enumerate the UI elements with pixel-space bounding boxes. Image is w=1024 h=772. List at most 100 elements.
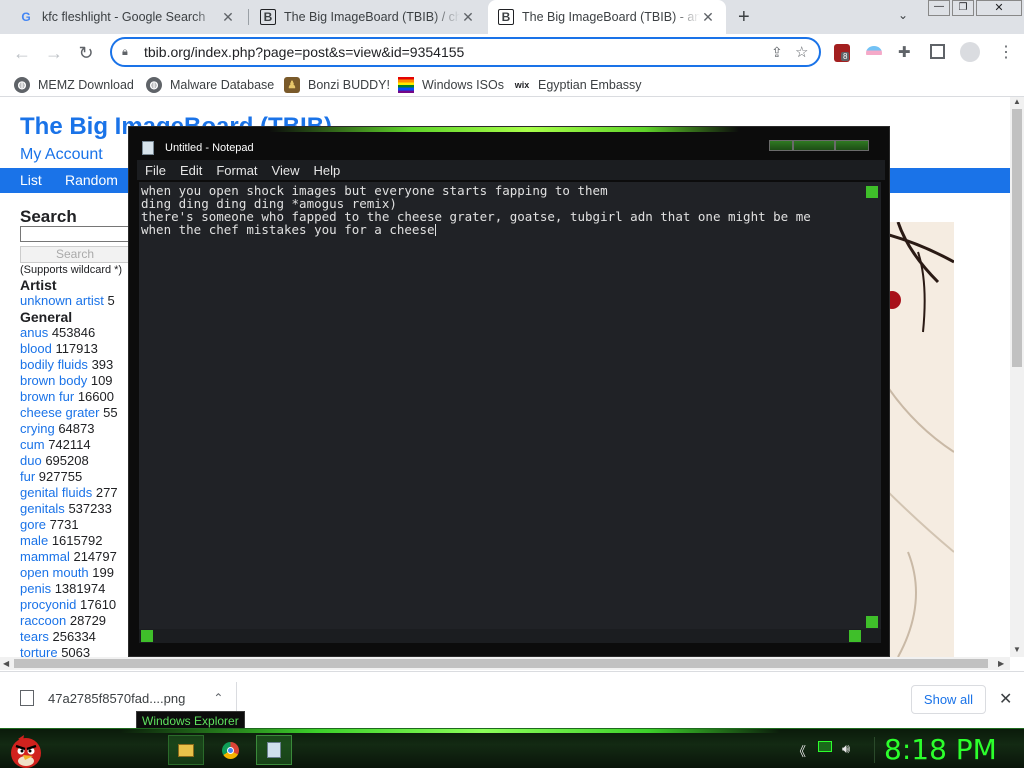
back-button[interactable]: ← — [10, 41, 34, 65]
tag-row[interactable]: fur 927755 — [20, 469, 118, 485]
taskbar-windows-explorer[interactable] — [168, 735, 204, 765]
page-horizontal-scrollbar[interactable]: ◀ ▶ — [0, 657, 1010, 670]
tag-row[interactable]: gore 7731 — [20, 517, 118, 533]
tag-row[interactable]: crying 64873 — [20, 421, 118, 437]
network-icon[interactable] — [818, 741, 832, 752]
menu-file[interactable]: File — [145, 163, 166, 178]
bookmark-star-icon[interactable]: ☆ — [795, 43, 819, 61]
notepad-vertical-scrollbar[interactable] — [865, 184, 879, 631]
tag-row[interactable]: torture 5063 — [20, 645, 118, 657]
download-item[interactable]: 47a2785f8570fad....png ⌃ — [20, 690, 223, 706]
tag-name[interactable]: blood — [20, 341, 52, 356]
close-icon[interactable]: ✕ — [700, 9, 716, 26]
tag-name[interactable]: cum — [20, 437, 45, 452]
address-bar[interactable]: 🔒︎ tbib.org/index.php?page=post&s=view&i… — [110, 37, 821, 67]
notepad-horizontal-scrollbar[interactable] — [139, 629, 881, 643]
tag-name[interactable]: genitals — [20, 501, 65, 516]
taskbar-clock[interactable]: 8:18 PM — [884, 733, 997, 766]
tag-name[interactable]: bodily fluids — [20, 357, 88, 372]
tag-row[interactable]: procyonid 17610 — [20, 597, 118, 613]
tag-row[interactable]: penis 1381974 — [20, 581, 118, 597]
reload-button[interactable]: ↻ — [74, 41, 98, 65]
page-vertical-scrollbar[interactable]: ▲ ▼ — [1010, 97, 1024, 657]
bookmark-windows-isos[interactable]: Windows ISOs — [398, 75, 504, 95]
tag-name[interactable]: procyonid — [20, 597, 76, 612]
tag-row[interactable]: genitals 537233 — [20, 501, 118, 517]
tag-name[interactable]: brown body — [20, 373, 87, 388]
tag-row[interactable]: blood 117913 — [20, 341, 118, 357]
minimize-button[interactable]: — — [928, 0, 950, 16]
bookmark-malware-db[interactable]: ◍ Malware Database — [146, 75, 274, 95]
scroll-right-arrow-icon[interactable]: ▶ — [998, 659, 1004, 668]
menu-kebab-icon[interactable]: ⋮ — [998, 42, 1014, 62]
notepad-scroll-right-button[interactable] — [849, 630, 861, 642]
notepad-scroll-up-button[interactable] — [866, 186, 878, 198]
horizontal-scroll-thumb[interactable] — [14, 659, 988, 668]
tag-row[interactable]: tears 256334 — [20, 629, 118, 645]
notepad-scroll-down-button[interactable] — [866, 616, 878, 628]
tag-name[interactable]: crying — [20, 421, 55, 436]
notepad-scroll-left-button[interactable] — [141, 630, 153, 642]
notepad-text-area[interactable]: when you open shock images but everyone … — [139, 182, 881, 629]
tag-name[interactable]: brown fur — [20, 389, 74, 404]
tag-name[interactable]: genital fluids — [20, 485, 92, 500]
tag-row[interactable]: mammal 214797 — [20, 549, 118, 565]
taskbar-notepad[interactable] — [256, 735, 292, 765]
new-tab-button[interactable]: + — [738, 6, 750, 29]
close-download-bar-icon[interactable]: ✕ — [999, 689, 1012, 709]
profile-avatar[interactable] — [960, 42, 980, 62]
vertical-scroll-thumb[interactable] — [1012, 109, 1022, 367]
chevron-up-icon[interactable]: ⌃ — [213, 691, 223, 705]
nav-random-link[interactable]: Random — [65, 172, 118, 188]
side-panel-icon[interactable] — [930, 44, 945, 59]
share-icon[interactable]: ⇪ — [771, 44, 795, 61]
tab-search-chevron-icon[interactable]: ⌄ — [898, 8, 908, 22]
tag-name[interactable]: male — [20, 533, 48, 548]
tag-name[interactable]: duo — [20, 453, 42, 468]
menu-edit[interactable]: Edit — [180, 163, 202, 178]
scroll-down-arrow-icon[interactable]: ▼ — [1013, 645, 1021, 654]
tag-row[interactable]: duo 695208 — [20, 453, 118, 469]
notepad-minimize-button[interactable] — [769, 140, 793, 151]
artist-tag[interactable]: unknown artist 5 — [20, 293, 115, 308]
puzzle-extensions-icon[interactable]: ✚ — [898, 43, 911, 61]
bookmark-bonzi[interactable]: ♟ Bonzi BUDDY! — [284, 75, 390, 95]
menu-format[interactable]: Format — [216, 163, 257, 178]
forward-button[interactable]: → — [42, 41, 66, 65]
menu-view[interactable]: View — [272, 163, 300, 178]
tag-search-input[interactable] — [20, 226, 130, 242]
tag-row[interactable]: bodily fluids 393 — [20, 357, 118, 373]
nav-list-link[interactable]: List — [20, 172, 42, 188]
tag-row[interactable]: genital fluids 277 — [20, 485, 118, 501]
tag-name[interactable]: torture — [20, 645, 58, 657]
ublock-icon[interactable]: 8 — [834, 44, 850, 62]
taskbar-chrome[interactable] — [212, 735, 248, 765]
close-icon[interactable]: ✕ — [460, 9, 476, 26]
tag-row[interactable]: brown body 109 — [20, 373, 118, 389]
tag-row[interactable]: male 1615792 — [20, 533, 118, 549]
tag-row[interactable]: cheese grater 55 — [20, 405, 118, 421]
tab-tbib-cheese[interactable]: B The Big ImageBoard (TBIB) / cheese gra… — [250, 0, 486, 34]
show-all-button[interactable]: Show all — [911, 685, 986, 714]
pride-extension-icon[interactable] — [866, 46, 882, 60]
scroll-up-arrow-icon[interactable]: ▲ — [1013, 97, 1021, 106]
start-button-angry-bird-icon[interactable] — [6, 731, 46, 769]
tag-name[interactable]: anus — [20, 325, 48, 340]
notepad-maximize-button[interactable] — [793, 140, 835, 151]
restore-button[interactable]: ❐ — [952, 0, 974, 16]
menu-help[interactable]: Help — [313, 163, 340, 178]
tag-name[interactable]: penis — [20, 581, 51, 596]
close-icon[interactable]: ✕ — [220, 9, 236, 26]
tag-name[interactable]: open mouth — [20, 565, 89, 580]
bookmark-memz[interactable]: ◍ MEMZ Download — [14, 75, 134, 95]
tag-row[interactable]: cum 742114 — [20, 437, 118, 453]
tag-name[interactable]: raccoon — [20, 613, 66, 628]
volume-icon[interactable]: 🔊︎ — [842, 741, 850, 757]
notepad-window[interactable]: Untitled - Notepad File Edit Format View… — [128, 126, 890, 657]
scroll-left-arrow-icon[interactable]: ◀ — [3, 659, 9, 668]
close-window-button[interactable]: ✕ — [976, 0, 1022, 16]
bookmark-egyptian-embassy[interactable]: wix Egyptian Embassy — [514, 75, 642, 95]
tag-row[interactable]: brown fur 16600 — [20, 389, 118, 405]
search-button[interactable]: Search — [20, 246, 130, 263]
tag-name[interactable]: cheese grater — [20, 405, 100, 420]
